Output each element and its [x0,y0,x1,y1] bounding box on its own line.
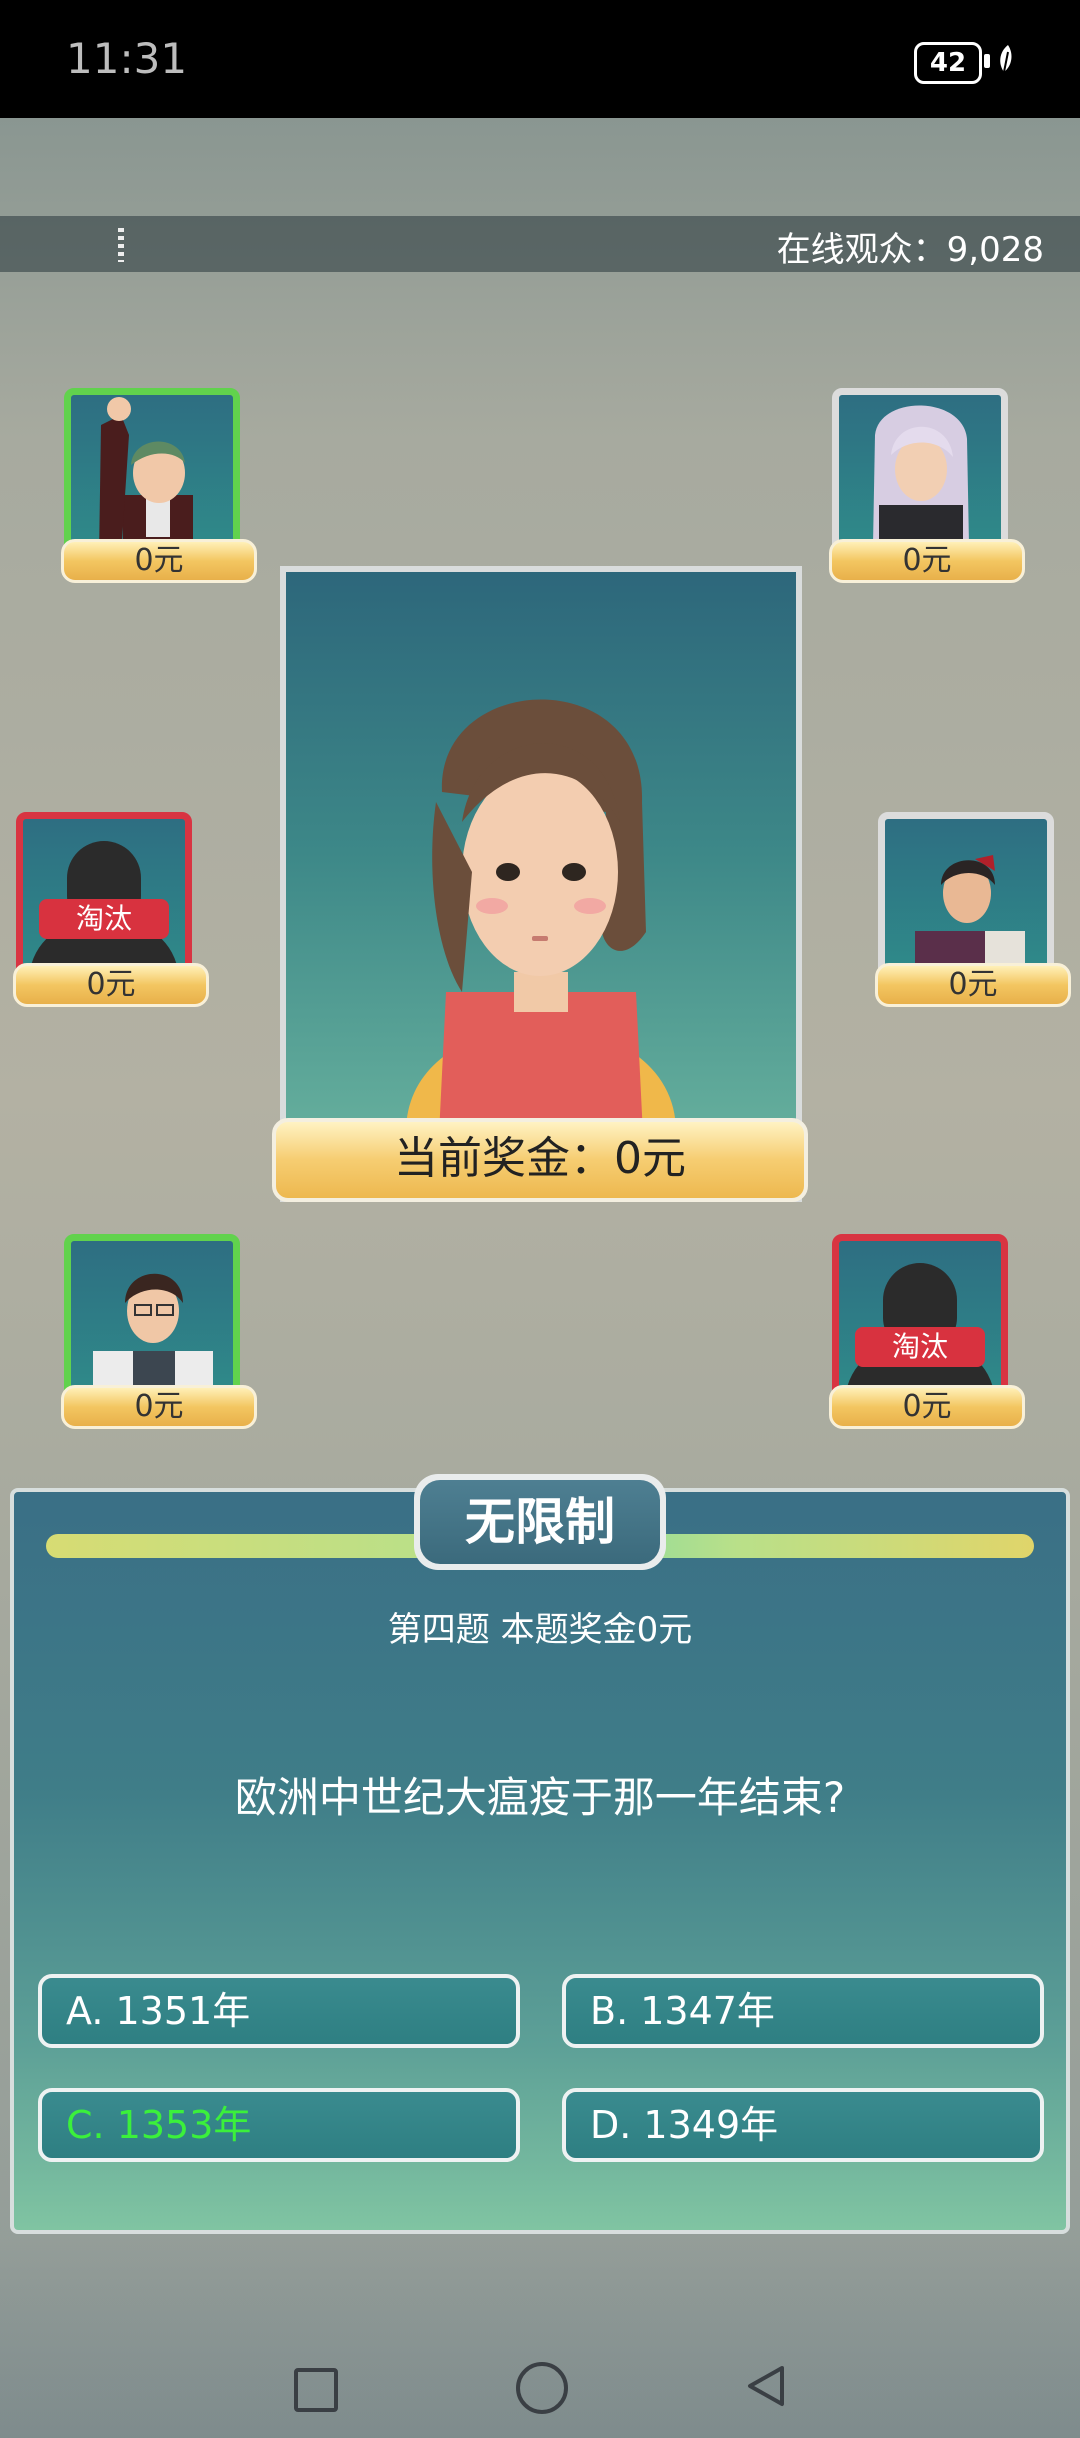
player-prize: 0元 [829,539,1025,583]
host-avatar [406,699,676,1196]
leaf-icon [1000,45,1012,73]
battery-tip [984,54,990,68]
question-text: 欧洲中世纪大瘟疫于那一年结束? [234,1773,846,1822]
player-prize: 0元 [829,1385,1025,1429]
home-icon[interactable] [516,2362,568,2414]
mode-label: 无限制 [420,1480,660,1564]
status-time: 11:31 [66,34,188,83]
host-card [280,566,802,1202]
player-avatar [885,819,1047,981]
player-avatar [71,395,233,557]
option-a-button[interactable]: A. 1351年 [38,1974,520,2048]
option-c-button[interactable]: C. 1353年 [38,2088,520,2162]
player-card-4: 0元 [875,812,1071,1007]
player-card-1: 0元 [61,388,257,583]
question-info: 第四题 本题奖金0元 [387,1610,693,1650]
player-avatar [839,395,1001,557]
option-d-button[interactable]: D. 1349年 [562,2088,1044,2162]
player-card-5: 0元 [61,1234,257,1429]
player-prize: 0元 [61,1385,257,1429]
back-icon[interactable] [742,2362,790,2410]
online-audience: 在线观众：9,028 [776,230,1044,270]
player-avatar [71,1241,233,1403]
player-avatar [839,1241,1001,1403]
player-prize: 0元 [875,963,1071,1007]
menu-handle-icon[interactable] [118,228,124,262]
current-prize-banner: 当前奖金：0元 [272,1118,808,1202]
player-card-3: 淘汰 0元 [13,812,209,1007]
recent-apps-icon[interactable] [294,2368,338,2412]
battery-icon: 42 [914,42,982,84]
option-b-button[interactable]: B. 1347年 [562,1974,1044,2048]
eliminated-tag: 淘汰 [39,899,169,939]
mode-badge: 无限制 [414,1474,666,1570]
player-card-2: 0元 [829,388,1025,583]
eliminated-tag: 淘汰 [855,1327,985,1367]
player-card-6: 淘汰 0元 [829,1234,1025,1429]
player-prize: 0元 [13,963,209,1007]
player-prize: 0元 [61,539,257,583]
